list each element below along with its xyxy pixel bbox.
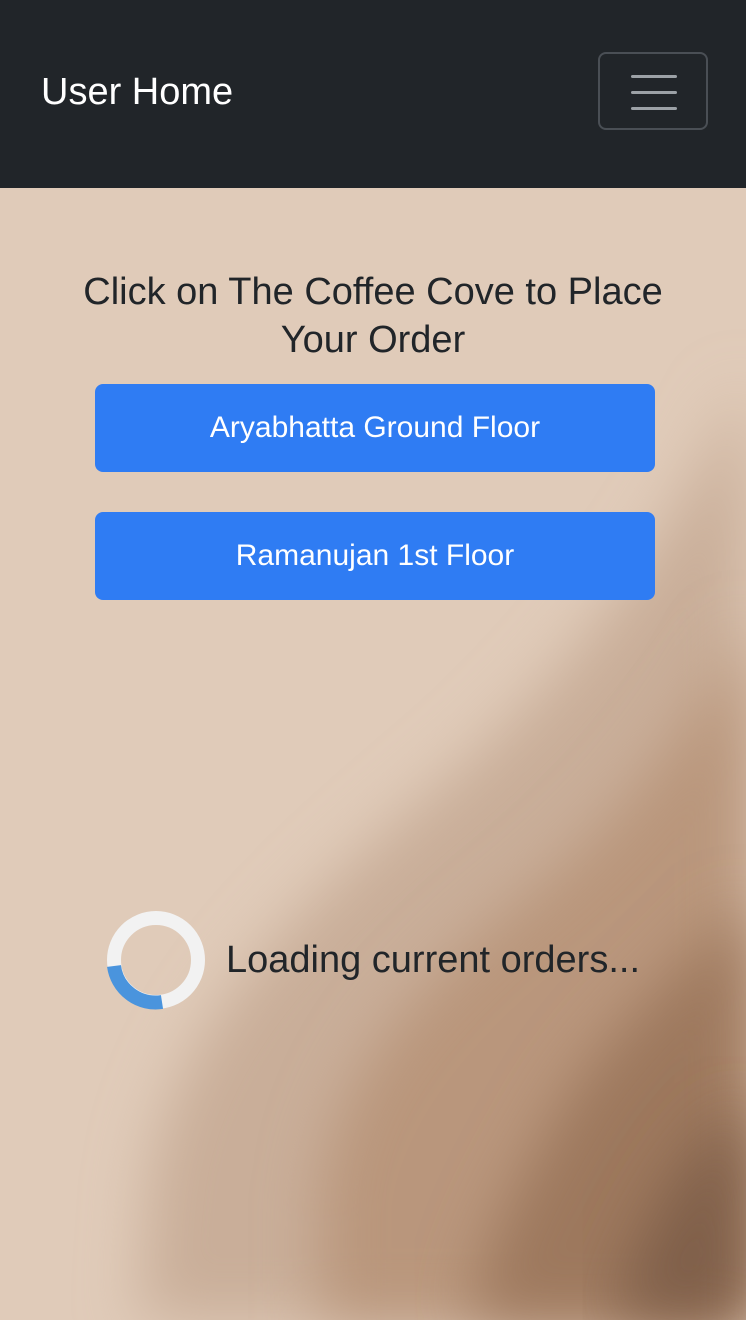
spinner-icon xyxy=(107,911,205,1010)
location-button-aryabhatta[interactable]: Aryabhatta Ground Floor xyxy=(95,384,655,472)
main-content: Click on The Coffee Cove to Place Your O… xyxy=(0,188,746,1320)
page: User Home Click on The Coffee Cove to Pl… xyxy=(0,0,746,1320)
loading-indicator: Loading current orders... xyxy=(106,910,686,1010)
loading-text: Loading current orders... xyxy=(226,939,641,981)
top-navbar: User Home xyxy=(0,0,746,188)
location-button-ramanujan[interactable]: Ramanujan 1st Floor xyxy=(95,512,655,600)
page-heading: Click on The Coffee Cove to Place Your O… xyxy=(83,271,663,361)
navbar-brand[interactable]: User Home xyxy=(41,70,233,114)
navbar-toggler-button[interactable] xyxy=(598,52,708,130)
